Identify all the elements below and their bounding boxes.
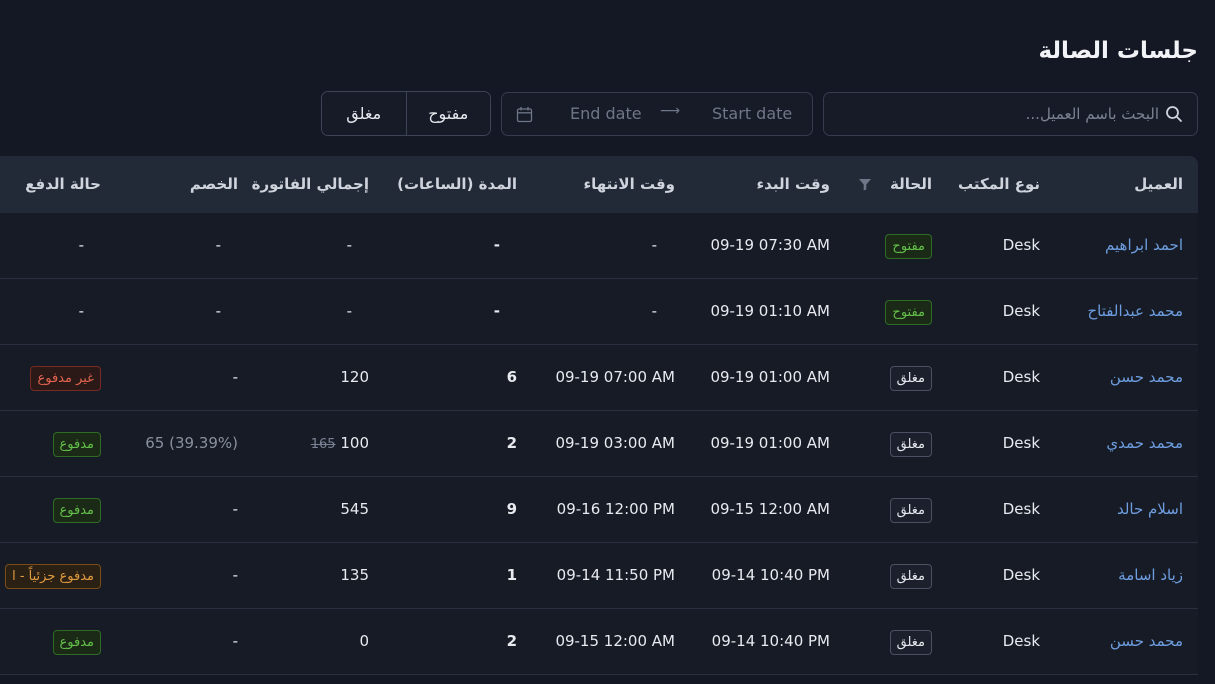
client-link[interactable]: محمد حمدي [1106,434,1183,452]
desk-type: Desk [1002,434,1040,452]
discount: - [215,236,221,254]
invoice-total: 135 [340,566,369,584]
start-time: 09-14 10:40 PM [711,566,830,584]
invoice-total: - [346,236,352,254]
status-closed-button[interactable]: مغلق [322,92,407,135]
status-toggle-group: مفتوح مغلق [321,91,491,136]
end-time: 09-16 12:00 PM [556,500,675,518]
start-time: 09-15 12:00 AM [710,500,830,518]
duration: - [493,236,500,254]
table-row[interactable]: محمد حمدي Desk مغلق 09-19 01:00 AM 09-19… [0,411,1198,477]
desk-type: Desk [1002,566,1040,584]
header-start-time[interactable]: وقت البدء [757,175,830,193]
client-link[interactable]: محمد حسن [1110,632,1183,650]
header-status[interactable]: الحالة [890,175,932,193]
client-link[interactable]: محمد عبدالفتاح [1088,302,1184,320]
duration: 6 [506,368,517,386]
header-payment-status[interactable]: حالة الدفع [25,175,101,193]
sessions-table: العميل نوع المكتب الحالة وقت البدء وقت ا… [0,156,1198,684]
payment-badge: مدفوع جزئياً - ا [5,564,101,589]
arrow-right-icon: ⟶ [660,103,681,119]
duration: 2 [506,632,517,650]
discount: - [232,368,238,386]
desk-type: Desk [1002,302,1040,320]
client-link[interactable]: احمد ابراهيم [1105,236,1183,254]
page: جلسات الصالة Start date ⟶ End date مفتوح… [0,0,1215,684]
invoice-total: - [346,302,352,320]
end-time: - [651,302,657,320]
invoice-total: 0 [359,632,369,650]
payment-badge: مدفوع [52,498,101,523]
end-time: 09-19 07:00 AM [555,368,675,386]
duration: 1 [506,566,517,584]
start-date-input[interactable]: Start date [712,104,792,123]
table-row[interactable]: محمد حسن Desk مغلق 09-19 01:00 AM 09-19 … [0,345,1198,411]
table-row[interactable]: زياد اسامة Desk مغلق 09-14 10:40 PM 09-1… [0,543,1198,609]
filter-icon[interactable] [858,177,872,195]
search-box[interactable] [823,92,1198,136]
payment-status: - [78,302,84,320]
invoice-total: 120 [340,368,369,386]
status-badge: مغلق [889,498,932,523]
status-badge: مغلق [889,432,932,457]
desk-type: Desk [1002,236,1040,254]
end-date-input[interactable]: End date [570,104,642,123]
duration: - [493,302,500,320]
desk-type: Desk [1002,500,1040,518]
table-row[interactable]: محمد حسن Desk مغلق 09-14 10:40 PM 09-15 … [0,609,1198,675]
start-time: 09-14 10:40 PM [711,632,830,650]
payment-status: - [78,236,84,254]
discount: 65 (39.39%) [145,434,238,452]
start-time: 09-19 01:00 AM [710,434,830,452]
duration: 9 [506,500,517,518]
invoice-total: 545 [340,500,369,518]
status-badge: مفتوح [885,234,932,259]
status-badge: مغلق [889,630,932,655]
start-time: 09-19 01:10 AM [710,302,830,320]
header-duration[interactable]: المدة (الساعات) [397,175,517,193]
search-input[interactable] [859,105,1159,123]
page-title: جلسات الصالة [1038,38,1198,64]
header-discount[interactable]: الخصم [190,175,238,193]
payment-badge: مدفوع [52,630,101,655]
client-link[interactable]: اسلام حالد [1117,500,1183,518]
header-invoice-total[interactable]: إجمالي الفاتورة [252,175,369,193]
table-row[interactable]: محمد عبدالفتاح Desk مفتوح 09-19 01:10 AM… [0,279,1198,345]
final-total: 100 [340,434,369,452]
status-badge: مغلق [889,564,932,589]
desk-type: Desk [1002,632,1040,650]
start-time: 09-19 07:30 AM [710,236,830,254]
date-range-picker[interactable]: Start date ⟶ End date [501,92,813,136]
header-desk-type[interactable]: نوع المكتب [958,175,1040,193]
payment-badge: غير مدفوع [30,366,101,391]
header-end-time[interactable]: وقت الانتهاء [583,175,675,193]
status-badge: مفتوح [885,300,932,325]
client-link[interactable]: زياد اسامة [1118,566,1183,584]
table-row[interactable]: اسلام حالد Desk مغلق 09-15 12:00 AM 09-1… [0,477,1198,543]
status-badge: مغلق [889,366,932,391]
search-icon [1165,105,1183,123]
end-time: 09-14 11:50 PM [556,566,675,584]
end-time: 09-19 03:00 AM [555,434,675,452]
original-total: 165 [310,437,336,452]
start-time: 09-19 01:00 AM [710,368,830,386]
discount: - [232,500,238,518]
payment-badge: مدفوع [52,432,101,457]
table-row[interactable]: احمد ابراهيم Desk مفتوح 09-19 07:30 AM -… [0,213,1198,279]
calendar-icon [516,106,533,127]
invoice-total: 165 100 [311,434,369,452]
discount: - [232,566,238,584]
duration: 2 [506,434,517,452]
desk-type: Desk [1002,368,1040,386]
table-header: العميل نوع المكتب الحالة وقت البدء وقت ا… [0,156,1198,213]
discount: - [232,632,238,650]
end-time: - [651,236,657,254]
end-time: 09-15 12:00 AM [555,632,675,650]
client-link[interactable]: محمد حسن [1110,368,1183,386]
status-open-button[interactable]: مفتوح [406,92,490,135]
discount: - [215,302,221,320]
header-client[interactable]: العميل [1134,175,1183,193]
